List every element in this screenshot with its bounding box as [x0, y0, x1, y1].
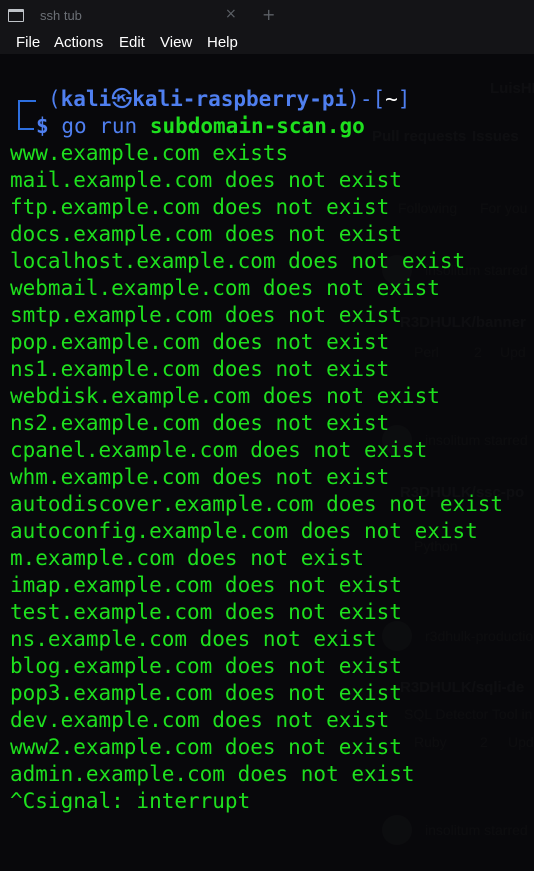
menu-bar: File Actions Edit View Help	[0, 32, 534, 54]
output-line: ns1.example.com does not exist	[10, 357, 390, 381]
output-line: test.example.com does not exist	[10, 600, 402, 624]
terminal-icon	[8, 9, 24, 22]
output-line: ns2.example.com does not exist	[10, 411, 390, 435]
tab-title[interactable]: ssh tub	[40, 8, 82, 23]
output-line: docs.example.com does not exist	[10, 222, 402, 246]
output-line: dev.example.com does not exist	[10, 708, 390, 732]
menu-help[interactable]: Help	[207, 34, 238, 51]
output-line: ftp.example.com does not exist	[10, 195, 390, 219]
title-bar: ssh tub × +	[0, 0, 534, 32]
prompt-at-symbol: ㉿	[111, 87, 133, 111]
prompt-mid: )-[	[347, 87, 386, 111]
prompt-host: kali-raspberry-pi	[132, 87, 348, 111]
output-line: ns.example.com does not exist	[10, 627, 377, 651]
output-line: cpanel.example.com does not exist	[10, 438, 428, 462]
output-line: www.example.com exists	[10, 141, 289, 165]
terminal-output[interactable]: (kali㉿kali-raspberry-pi)-[~] $ go run su…	[0, 54, 534, 871]
output-line: pop3.example.com does not exist	[10, 681, 402, 705]
output-line: localhost.example.com does not exist	[10, 249, 466, 273]
output-line: autoconfig.example.com does not exist	[10, 519, 478, 543]
menu-view[interactable]: View	[160, 34, 192, 51]
prompt-user: kali	[60, 87, 112, 111]
prompt-open-paren: (	[48, 87, 61, 111]
output-line: m.example.com does not exist	[10, 546, 365, 570]
output-line: autodiscover.example.com does not exist	[10, 492, 504, 516]
command-prefix: go run	[61, 114, 150, 138]
output-line: pop.example.com does not exist	[10, 330, 390, 354]
output-line: blog.example.com does not exist	[10, 654, 402, 678]
output-line: webdisk.example.com does not exist	[10, 384, 440, 408]
prompt-frame-bottom	[18, 112, 34, 130]
command-file: subdomain-scan.go	[149, 114, 365, 138]
menu-actions[interactable]: Actions	[54, 34, 103, 51]
prompt-close: ]	[397, 87, 411, 111]
prompt-dollar: $	[36, 114, 49, 138]
output-line: mail.example.com does not exist	[10, 168, 402, 192]
new-tab-button[interactable]: +	[262, 5, 275, 24]
output-line: webmail.example.com does not exist	[10, 276, 440, 300]
prompt-dir: ~	[385, 87, 398, 111]
prompt-line: (kali㉿kali-raspberry-pi)-[~]	[48, 86, 410, 113]
menu-edit[interactable]: Edit	[119, 34, 145, 51]
output-line: admin.example.com does not exist	[10, 762, 415, 786]
menu-file[interactable]: File	[16, 34, 40, 51]
output-line: www2.example.com does not exist	[10, 735, 402, 759]
output-line-interrupt: ^Csignal: interrupt	[10, 789, 251, 813]
command-line: $ go run subdomain-scan.go	[36, 113, 365, 140]
output-line: whm.example.com does not exist	[10, 465, 390, 489]
output-line: smtp.example.com does not exist	[10, 303, 402, 327]
output-line: imap.example.com does not exist	[10, 573, 402, 597]
tab-close-button[interactable]: ×	[225, 6, 237, 22]
